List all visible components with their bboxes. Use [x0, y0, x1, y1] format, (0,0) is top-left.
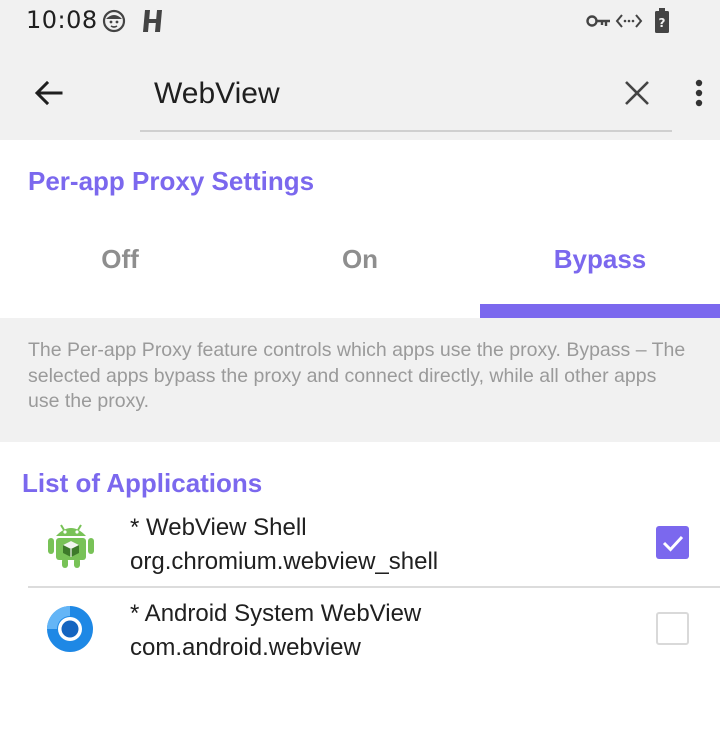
list-item[interactable]: * WebView Shell org.chromium.webview_she… — [0, 502, 720, 588]
android-robot-icon — [44, 516, 98, 570]
check-icon — [662, 535, 683, 552]
app-package: com.android.webview — [130, 634, 361, 661]
svg-text:?: ? — [659, 16, 666, 30]
app-name: * WebView Shell — [130, 514, 307, 541]
proxy-settings-title: Per-app Proxy Settings — [28, 166, 315, 196]
arrow-back-icon — [34, 80, 63, 106]
status-bar: 10:08 ? — [0, 0, 720, 42]
app-package: org.chromium.webview_shell — [130, 548, 439, 575]
back-button[interactable] — [26, 70, 72, 116]
applications-title: List of Applications — [22, 468, 263, 498]
vpn-key-icon — [586, 12, 612, 35]
face-icon — [102, 9, 126, 38]
code-arrows-icon — [615, 11, 643, 36]
proxy-mode-tabs: Off On Bypass — [0, 218, 720, 318]
app-name: * Android System WebView — [130, 600, 422, 627]
more-vert-icon — [695, 79, 703, 107]
proxy-description-text: The Per-app Proxy feature controls which… — [28, 339, 686, 412]
list-item[interactable]: * Android System WebView com.android.web… — [0, 588, 720, 674]
h-logo-icon — [142, 8, 164, 39]
clear-search-button[interactable] — [614, 70, 660, 116]
tab-off[interactable]: Off — [0, 218, 240, 300]
chromium-webview-icon — [44, 602, 98, 656]
tab-selected-indicator — [480, 304, 720, 318]
search-toolbar — [0, 42, 720, 140]
search-input[interactable] — [154, 72, 594, 116]
proxy-description: The Per-app Proxy feature controls which… — [0, 318, 720, 442]
app-checkbox-unchecked[interactable] — [656, 612, 689, 645]
battery-unknown-icon: ? — [654, 8, 670, 39]
app-checkbox-checked[interactable] — [656, 526, 689, 559]
close-icon — [625, 81, 649, 105]
tab-on[interactable]: On — [240, 218, 480, 300]
tab-bypass[interactable]: Bypass — [480, 218, 720, 300]
search-field — [140, 62, 672, 132]
status-time: 10:08 — [26, 6, 98, 34]
more-options-button[interactable] — [682, 70, 716, 116]
